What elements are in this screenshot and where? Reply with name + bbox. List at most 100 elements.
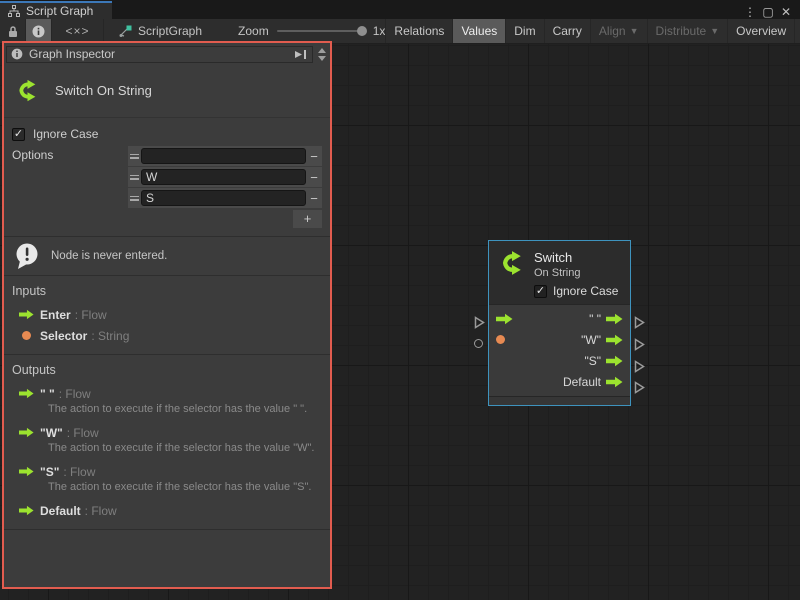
- ignore-case-checkbox[interactable]: ✓: [12, 128, 25, 141]
- zoom-value: 1x: [373, 24, 386, 38]
- node-title: Switch: [534, 250, 580, 265]
- node-enter-port[interactable]: [496, 313, 516, 325]
- toolbar-button-overview[interactable]: Overview: [728, 19, 795, 43]
- toolbar-button-fullscreen[interactable]: Full Screen: [795, 19, 800, 43]
- output-pin-description: The action to execute if the selector ha…: [48, 403, 320, 416]
- node-subtitle: On String: [534, 267, 580, 279]
- remove-option-button[interactable]: −: [306, 191, 322, 206]
- window-maximize-icon[interactable]: ▢: [760, 5, 776, 19]
- flow-arrow-icon: [19, 427, 34, 438]
- input-pin-row: Enter : Flow: [12, 304, 320, 325]
- zoom-slider[interactable]: [277, 30, 365, 32]
- flow-arrow-icon: [606, 376, 623, 388]
- divider: [4, 529, 330, 530]
- toolbar-button-distribute[interactable]: Distribute ▼: [648, 19, 729, 43]
- dropdown-arrow-icon: ▼: [710, 26, 719, 36]
- option-input-2[interactable]: [141, 190, 306, 206]
- option-row: −: [128, 188, 322, 209]
- scroll-down-icon[interactable]: [318, 56, 326, 61]
- inputs-section: Inputs Enter : Flow Selector : String: [4, 276, 330, 354]
- toolbar-button-dim[interactable]: Dim: [506, 19, 544, 43]
- warning-text: Node is never entered.: [51, 250, 167, 262]
- outputs-section: Outputs " " : Flow The action to execute…: [4, 355, 330, 529]
- flow-arrow-icon: [19, 388, 34, 399]
- external-value-input-port[interactable]: [474, 339, 483, 348]
- info-icon: [11, 48, 23, 60]
- node-ignore-case-checkbox[interactable]: ✓: [534, 285, 547, 298]
- node-footer: [489, 396, 630, 405]
- code-preview-button[interactable]: <×>: [52, 19, 104, 43]
- code-brackets-icon: <×>: [65, 24, 89, 38]
- node-output-port-row[interactable]: Default: [563, 375, 623, 389]
- output-pin-description: The action to execute if the selector ha…: [48, 442, 320, 455]
- options-list: − − − +: [128, 146, 322, 228]
- flow-arrow-icon: [606, 334, 623, 346]
- tab-script-graph[interactable]: Script Graph: [0, 1, 112, 19]
- graph-breadcrumb[interactable]: ScriptGraph: [104, 19, 212, 43]
- warning-bubble-icon: [14, 242, 41, 270]
- option-input-1[interactable]: [141, 169, 306, 185]
- output-pin-description: The action to execute if the selector ha…: [48, 481, 320, 494]
- option-row: −: [128, 167, 322, 188]
- info-icon: [32, 25, 45, 38]
- flow-arrow-icon: [19, 505, 34, 516]
- switch-icon: [497, 248, 527, 278]
- window-menu-icon[interactable]: ⋮: [742, 5, 758, 19]
- external-output-port-1[interactable]: [634, 316, 645, 332]
- tab-label: Script Graph: [26, 4, 93, 18]
- inspector-node-title: Switch On String: [55, 83, 152, 98]
- drag-handle-icon[interactable]: [128, 196, 141, 201]
- graph-name-label: ScriptGraph: [138, 24, 202, 38]
- flow-arrow-icon: [19, 309, 34, 320]
- zoom-slider-handle[interactable]: [357, 26, 367, 36]
- external-output-port-2[interactable]: [634, 338, 645, 354]
- inspector-title: Graph Inspector: [29, 47, 288, 61]
- output-pin-row: " " : Flow: [12, 383, 320, 404]
- flow-arrow-icon: [606, 355, 623, 367]
- lock-icon: [7, 25, 19, 38]
- external-flow-input-port[interactable]: [474, 316, 485, 332]
- toolbar-button-carry[interactable]: Carry: [545, 19, 591, 43]
- toolbar-button-align[interactable]: Align ▼: [591, 19, 648, 43]
- output-pin-row: "W" : Flow: [12, 422, 320, 443]
- node-selector-port[interactable]: [496, 335, 516, 344]
- remove-option-button[interactable]: −: [306, 149, 322, 164]
- value-port-icon: [22, 331, 31, 340]
- value-port-icon: [496, 335, 505, 344]
- option-row: −: [128, 146, 322, 167]
- options-label: Options: [12, 146, 128, 162]
- remove-option-button[interactable]: −: [306, 170, 322, 185]
- drag-handle-icon[interactable]: [128, 154, 141, 159]
- option-input-0[interactable]: [141, 148, 306, 164]
- dropdown-arrow-icon: ▼: [630, 26, 639, 36]
- output-pin-row: Default : Flow: [12, 500, 320, 521]
- output-pin-row: "S" : Flow: [12, 461, 320, 482]
- external-output-port-3[interactable]: [634, 360, 645, 376]
- toolbar-button-values[interactable]: Values: [453, 19, 506, 43]
- external-output-port-4[interactable]: [634, 381, 645, 397]
- ignore-case-label: Ignore Case: [33, 127, 98, 141]
- warning-banner: Node is never entered.: [4, 237, 330, 275]
- hierarchy-icon: [8, 5, 20, 17]
- outputs-title: Outputs: [12, 363, 320, 377]
- node-ignore-case-label: Ignore Case: [553, 284, 618, 298]
- node-output-port-row[interactable]: "W": [581, 333, 623, 347]
- flow-arrow-icon: [19, 466, 34, 477]
- node-body: " " "W" "S": [489, 305, 630, 396]
- window-close-icon[interactable]: ✕: [778, 5, 794, 19]
- inspector-toggle-button[interactable]: [26, 19, 52, 43]
- dock-panel-icon[interactable]: [294, 49, 308, 60]
- switch-on-string-node[interactable]: Switch On String ✓ Ignore Case " ": [488, 240, 631, 406]
- node-output-port-row[interactable]: "S": [584, 354, 623, 368]
- node-output-port-row[interactable]: " ": [589, 312, 623, 326]
- lock-button[interactable]: [0, 19, 26, 43]
- script-graph-icon: [118, 24, 132, 38]
- drag-handle-icon[interactable]: [128, 175, 141, 180]
- node-header[interactable]: Switch On String ✓ Ignore Case: [489, 241, 630, 305]
- zoom-label: Zoom: [238, 24, 269, 38]
- window-titlebar: Script Graph ⋮ ▢ ✕: [0, 0, 800, 19]
- add-option-button[interactable]: +: [293, 210, 322, 228]
- scroll-up-icon[interactable]: [318, 48, 326, 53]
- input-pin-row: Selector : String: [12, 325, 320, 346]
- toolbar-button-relations[interactable]: Relations: [385, 19, 453, 43]
